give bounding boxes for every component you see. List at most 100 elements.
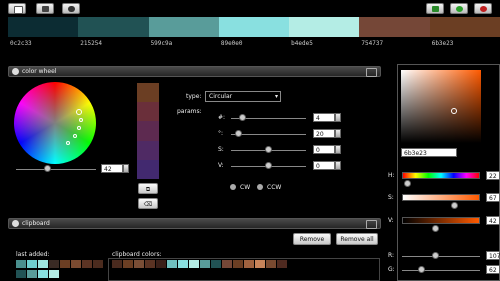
red-value-input[interactable]: 107 xyxy=(486,251,500,260)
open-folder-button[interactable] xyxy=(36,3,54,14)
wheel-marker[interactable] xyxy=(76,109,82,115)
strip-swatch[interactable] xyxy=(137,83,159,103)
wheel-marker[interactable] xyxy=(79,118,83,122)
sv-cursor[interactable] xyxy=(451,108,457,114)
maximize-icon[interactable] xyxy=(366,68,377,77)
cw-radio[interactable] xyxy=(230,184,236,190)
param-value-input[interactable]: 4 xyxy=(313,113,335,122)
clipboard-swatch[interactable] xyxy=(123,260,133,268)
clipboard-swatch[interactable] xyxy=(178,260,188,268)
palette-swatch[interactable] xyxy=(148,17,219,37)
remove-all-button[interactable]: Remove all xyxy=(336,233,378,245)
palette-swatch[interactable] xyxy=(289,17,360,37)
angle-stepper[interactable] xyxy=(123,164,129,173)
last-added-swatch[interactable] xyxy=(60,260,70,268)
saturation-gradient[interactable] xyxy=(402,194,480,201)
clipboard-swatch[interactable] xyxy=(134,260,144,268)
red-slider-track[interactable] xyxy=(402,256,480,257)
param-slider-knob[interactable] xyxy=(264,146,272,153)
share-button[interactable] xyxy=(62,3,80,14)
hue-value-input[interactable]: 22 xyxy=(486,171,500,180)
last-added-swatch[interactable] xyxy=(82,260,92,268)
wheel-marker[interactable] xyxy=(66,141,70,145)
hue-slider-knob[interactable] xyxy=(403,180,411,187)
value-value-input[interactable]: 42 xyxy=(486,216,500,225)
red-slider-knob[interactable] xyxy=(431,252,439,259)
clipboard-swatch[interactable] xyxy=(167,260,177,268)
angle-slider-track[interactable] xyxy=(16,169,96,170)
param-value-input[interactable]: 0 xyxy=(313,145,335,154)
angle-slider-knob[interactable] xyxy=(44,165,51,172)
hue-gradient[interactable] xyxy=(402,172,480,179)
last-added-swatch[interactable] xyxy=(38,260,48,268)
wheel-marker[interactable] xyxy=(77,126,81,130)
hex-input[interactable]: 6b3e23 xyxy=(401,148,457,157)
param-value-input[interactable]: 20 xyxy=(313,129,335,138)
clipboard-swatch[interactable] xyxy=(112,260,122,268)
palette-swatch[interactable] xyxy=(429,17,500,37)
strip-swatch[interactable] xyxy=(137,121,159,141)
red-label: R: xyxy=(388,252,395,259)
ccw-radio[interactable] xyxy=(257,184,263,190)
palette-swatch[interactable] xyxy=(218,17,290,37)
param-stepper[interactable] xyxy=(335,145,341,154)
sv-square[interactable] xyxy=(401,70,481,143)
color-wheel-icon xyxy=(12,68,19,75)
last-added-swatch[interactable] xyxy=(16,270,26,278)
param-slider-knob[interactable] xyxy=(234,130,242,137)
type-select[interactable]: Circular ▾ xyxy=(205,91,281,102)
value-slider-knob[interactable] xyxy=(431,225,439,232)
clipboard-swatch[interactable] xyxy=(211,260,221,268)
green-slider-knob[interactable] xyxy=(417,266,425,273)
clipboard-swatch[interactable] xyxy=(156,260,166,268)
last-added-swatch[interactable] xyxy=(27,270,37,278)
delete-button[interactable]: ⌫ xyxy=(138,198,158,209)
close-button[interactable] xyxy=(474,3,492,14)
add-button[interactable] xyxy=(450,3,468,14)
clipboard-swatch[interactable] xyxy=(200,260,210,268)
palette-hex-label: 599c9a xyxy=(150,40,173,47)
clipboard-swatch[interactable] xyxy=(244,260,254,268)
palette-swatch[interactable] xyxy=(8,17,79,37)
clipboard-swatch[interactable] xyxy=(145,260,155,268)
strip-swatch[interactable] xyxy=(137,140,159,160)
param-value-input[interactable]: 0 xyxy=(313,161,335,170)
param-slider-knob[interactable] xyxy=(264,162,272,169)
strip-swatch[interactable] xyxy=(137,159,159,179)
clipboard-swatch[interactable] xyxy=(222,260,232,268)
param-stepper[interactable] xyxy=(335,129,341,138)
clipboard-swatch[interactable] xyxy=(266,260,276,268)
clipboard-swatch[interactable] xyxy=(189,260,199,268)
angle-value-input[interactable]: 42 xyxy=(101,164,123,173)
param-slider-knob[interactable] xyxy=(238,114,246,121)
green-value-input[interactable]: 62 xyxy=(486,265,500,274)
type-label: type: xyxy=(186,93,202,100)
last-added-swatch[interactable] xyxy=(93,260,103,268)
new-doc-button[interactable] xyxy=(8,3,26,14)
value-gradient[interactable] xyxy=(402,217,480,224)
param-stepper[interactable] xyxy=(335,113,341,122)
param-slider-track[interactable] xyxy=(231,134,306,135)
palette-swatch[interactable] xyxy=(78,17,149,37)
param-stepper[interactable] xyxy=(335,161,341,170)
last-added-swatch[interactable] xyxy=(16,260,26,268)
last-added-swatch[interactable] xyxy=(27,260,37,268)
palette-swatch[interactable] xyxy=(359,17,430,37)
clipboard-swatch[interactable] xyxy=(277,260,287,268)
back-button[interactable] xyxy=(426,3,444,14)
last-added-swatch[interactable] xyxy=(38,270,48,278)
remove-button[interactable]: Remove xyxy=(293,233,331,245)
color-wheel[interactable] xyxy=(14,82,96,164)
strip-swatch[interactable] xyxy=(137,102,159,122)
wheel-marker[interactable] xyxy=(73,134,77,138)
last-added-swatch[interactable] xyxy=(49,260,59,268)
maximize-icon[interactable] xyxy=(366,220,377,229)
clipboard-swatch[interactable] xyxy=(233,260,243,268)
last-added-swatch[interactable] xyxy=(71,260,81,268)
green-slider-track[interactable] xyxy=(402,270,480,271)
last-added-swatch[interactable] xyxy=(49,270,59,278)
saturation-value-input[interactable]: 67 xyxy=(486,193,500,202)
copy-to-clipboard-button[interactable]: ⧉ xyxy=(138,183,158,194)
param-label: V: xyxy=(218,162,224,169)
clipboard-swatch[interactable] xyxy=(255,260,265,268)
